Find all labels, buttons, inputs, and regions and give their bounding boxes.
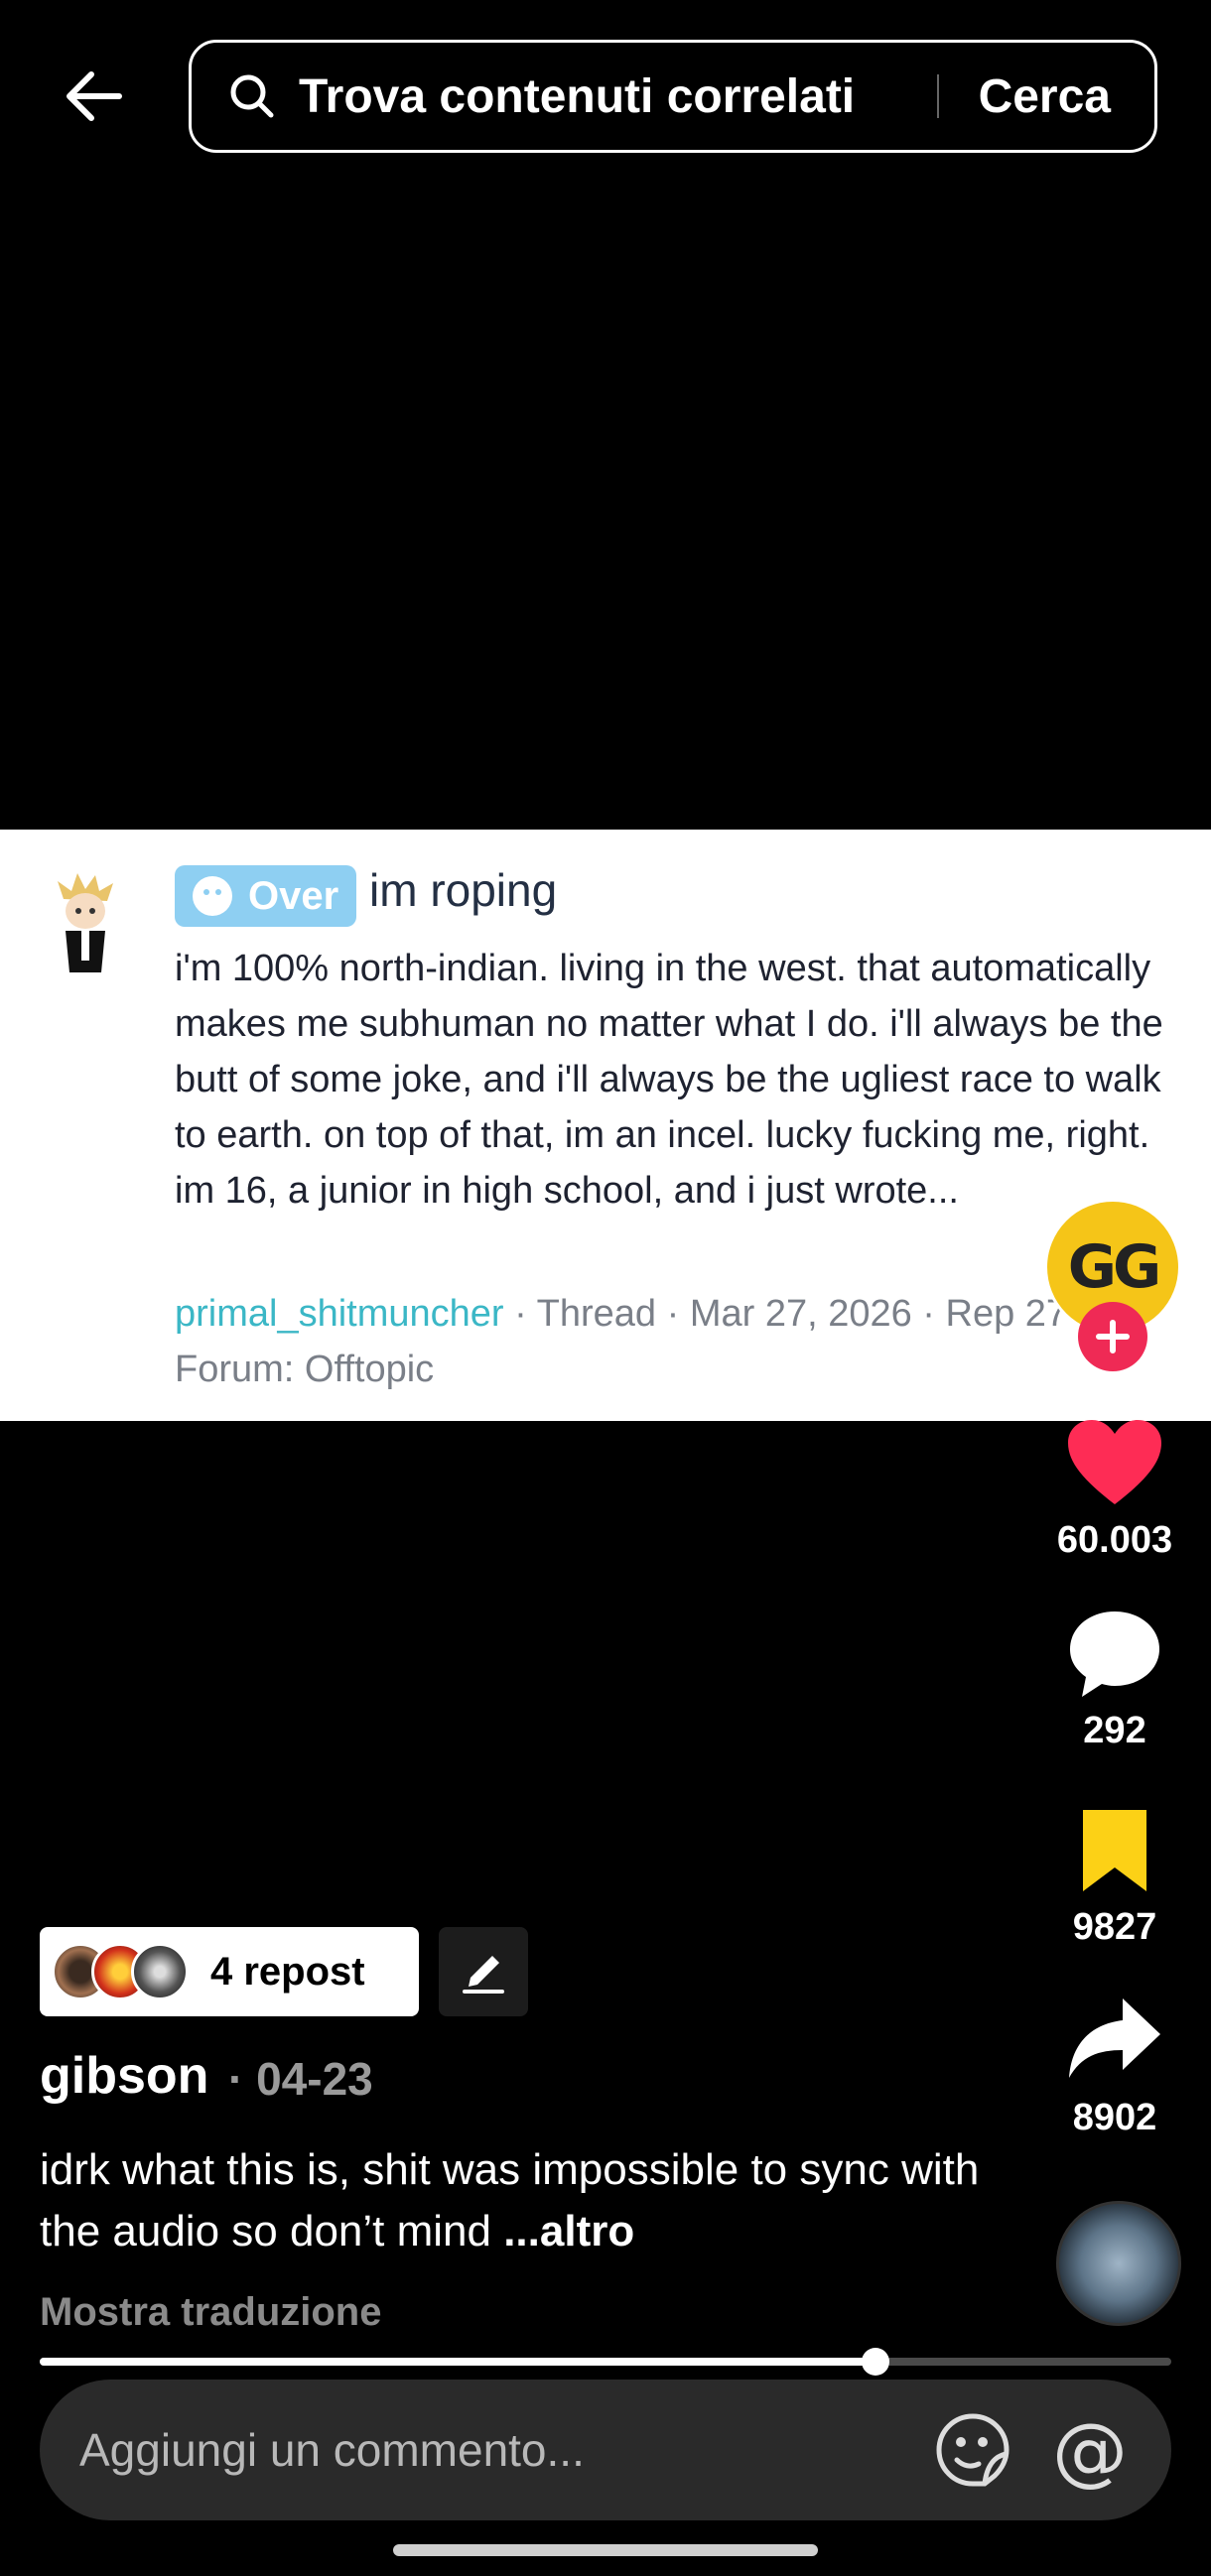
repost-label: 4 repost: [210, 1949, 365, 1994]
video-caption: idrk what this is, shit was impossible t…: [40, 2139, 993, 2262]
edit-button[interactable]: [439, 1927, 528, 2016]
creator-avatar-image: GG: [1067, 1232, 1161, 1302]
save-count: 9827: [1072, 1906, 1157, 1948]
post-title: im roping: [369, 864, 558, 916]
save-button[interactable]: 9827: [1022, 1806, 1207, 1949]
share-count: 8902: [1072, 2097, 1157, 2138]
share-button[interactable]: 8902: [1022, 1995, 1207, 2139]
progress-bar[interactable]: [40, 2358, 1171, 2366]
pencil-icon: [463, 1956, 504, 1994]
post-body: i'm 100% north-indian. living in the wes…: [175, 948, 1163, 1212]
bookmark-icon: [1083, 1810, 1146, 1891]
mood-tag: Over: [175, 865, 357, 927]
author-username[interactable]: gibson: [40, 2046, 208, 2106]
comment-input[interactable]: Aggiungi un commento...: [79, 2423, 933, 2477]
repost-button[interactable]: 4 repost: [40, 1927, 419, 2016]
post-author: primal_shitmuncher: [175, 1293, 504, 1335]
post-meta: primal_shitmuncher · Thread · Mar 27, 20…: [175, 1286, 1167, 1397]
progress-fill: [40, 2358, 877, 2366]
caption-more-link[interactable]: ...altro: [503, 2207, 634, 2255]
search-input[interactable]: Trova contenuti correlati: [299, 69, 937, 124]
search-button[interactable]: Cerca: [979, 69, 1111, 124]
comment-button[interactable]: 292: [1022, 1608, 1207, 1752]
home-indicator: [393, 2544, 818, 2556]
progress-thumb[interactable]: [862, 2348, 889, 2376]
share-arrow-icon: [1069, 1998, 1160, 2078]
search-bar[interactable]: Trova contenuti correlati Cerca: [189, 40, 1157, 153]
search-divider: [936, 74, 939, 118]
comment-count: 292: [1083, 1710, 1146, 1751]
back-arrow-icon: [67, 71, 122, 121]
forum-user-avatar: [58, 873, 113, 972]
heart-icon: [1068, 1420, 1161, 1504]
like-button[interactable]: 60.003: [1022, 1417, 1207, 1562]
like-count: 60.003: [1056, 1519, 1173, 1561]
video-frame-post-screenshot: Over im roping i'm 100% north-indian. li…: [0, 830, 1211, 1421]
emoji-sticker-icon[interactable]: [933, 2410, 1012, 2490]
at-mention-icon[interactable]: @: [1052, 2406, 1128, 2495]
music-disc[interactable]: [1056, 2201, 1181, 2326]
search-icon: [230, 74, 274, 118]
post-date: · 04-23: [228, 2053, 373, 2105]
comment-bubble-icon: [1070, 1611, 1159, 1697]
plus-icon: [1096, 1320, 1130, 1353]
back-button[interactable]: [60, 62, 129, 131]
repost-avatar: [131, 1943, 189, 2000]
translate-link[interactable]: Mostra traduzione: [40, 2290, 381, 2335]
sad-face-icon: [193, 876, 232, 916]
comment-input-bar[interactable]: Aggiungi un commento... @: [40, 2380, 1171, 2520]
follow-button[interactable]: [1078, 1302, 1147, 1371]
mood-tag-label: Over: [248, 873, 339, 918]
